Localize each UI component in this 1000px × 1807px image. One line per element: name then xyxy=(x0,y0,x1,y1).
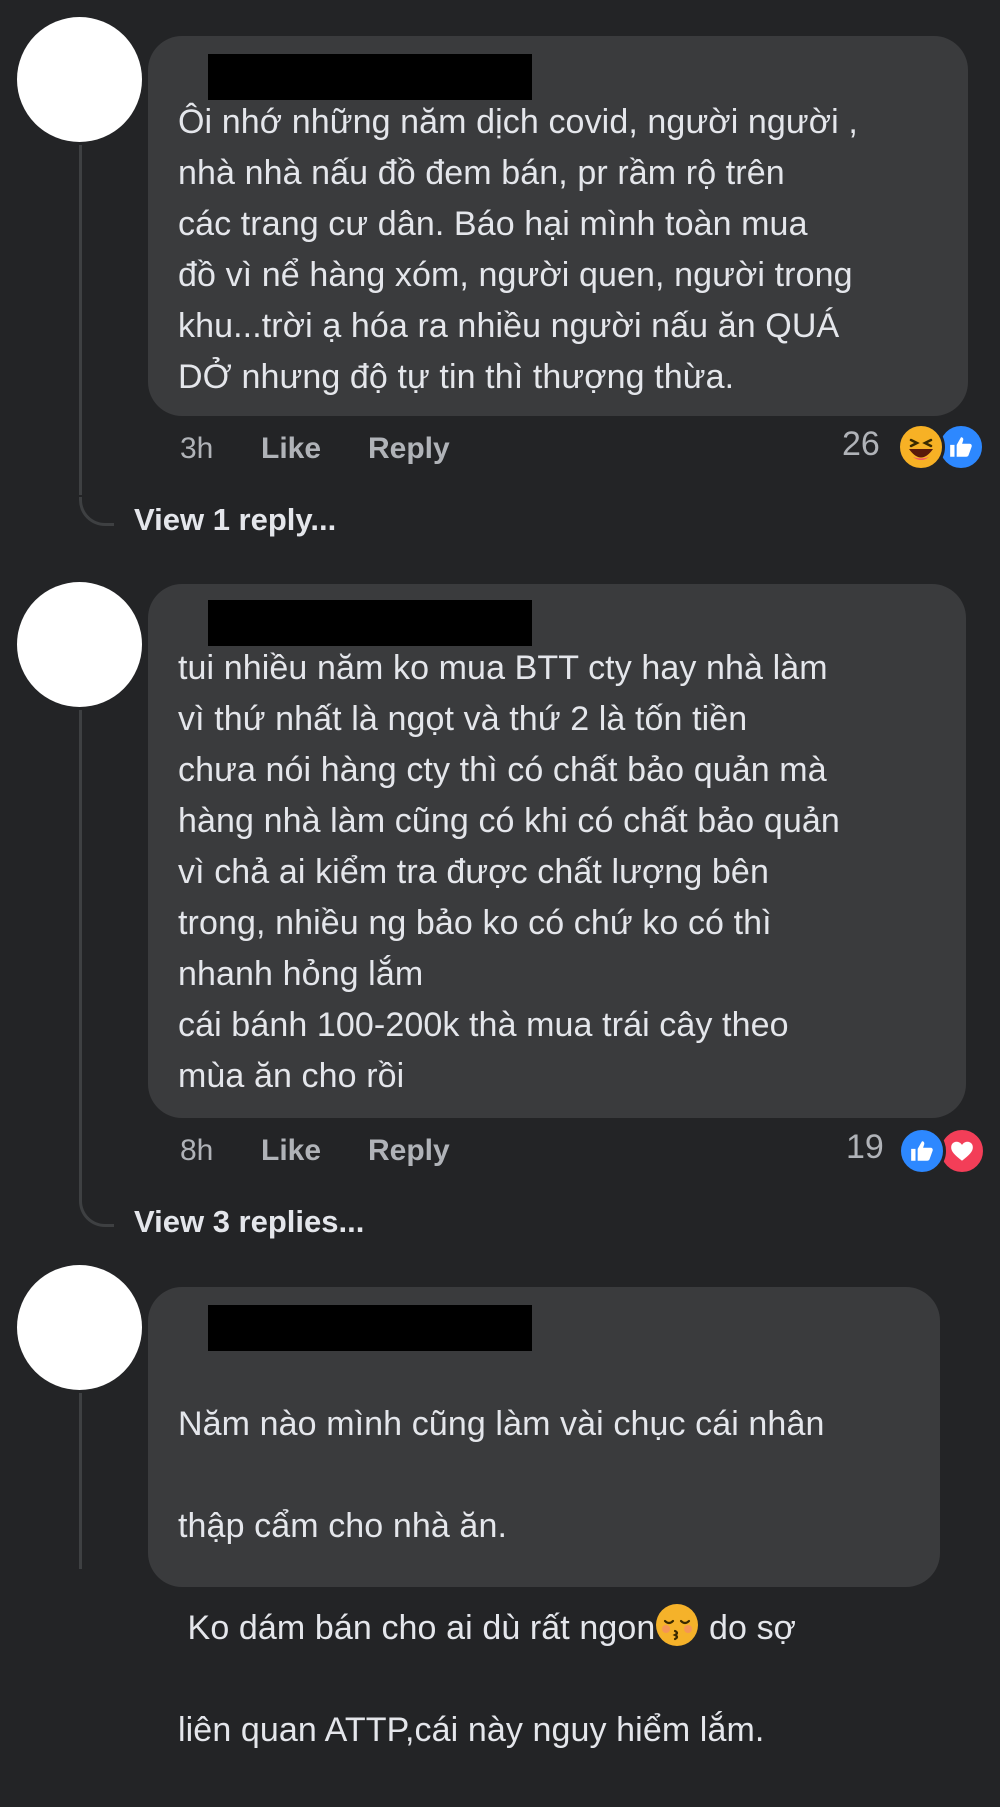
like-icon xyxy=(898,1127,946,1175)
thread-curve xyxy=(79,1198,114,1227)
comment-text-line: Ko dám bán cho ai dù rất ngon do sợ xyxy=(178,1603,912,1654)
redacted-commenter-name xyxy=(208,54,532,100)
comment-bubble[interactable]: Ôi nhớ những năm dịch covid, người người… xyxy=(148,36,968,416)
comment-text-line: Năm nào mình cũng làm vài chục cái nhân xyxy=(178,1405,825,1443)
comment-text-line: thập cẩm cho nhà ăn. xyxy=(178,1507,508,1545)
reaction-summary[interactable]: 19 xyxy=(846,1127,986,1175)
thread-line xyxy=(79,710,82,1198)
comment-timestamp: 3h xyxy=(180,432,214,465)
view-replies-link[interactable]: View 1 reply... xyxy=(134,502,336,538)
reaction-summary[interactable]: 26 xyxy=(842,423,985,471)
thread-line xyxy=(79,1393,82,1569)
thread-curve xyxy=(79,497,114,526)
comment-text: Năm nào mình cũng làm vài chục cái nhân … xyxy=(178,1348,912,1807)
comment-text: tui nhiều năm ko mua BTT cty hay nhà làm… xyxy=(178,649,840,1095)
reaction-count: 26 xyxy=(842,425,880,463)
kissing-closed-eyes-emoji-icon xyxy=(655,1603,699,1647)
reply-button[interactable]: Reply xyxy=(368,432,450,466)
like-button[interactable]: Like xyxy=(261,1134,321,1168)
reaction-count: 19 xyxy=(846,1128,884,1166)
haha-icon xyxy=(897,423,945,471)
redacted-commenter-name xyxy=(208,600,532,646)
comment-text-segment: do sợ xyxy=(699,1609,797,1647)
like-button[interactable]: Like xyxy=(261,432,321,466)
reply-button[interactable]: Reply xyxy=(368,1134,450,1168)
comment-text-segment: Ko dám bán cho ai dù rất ngon xyxy=(178,1609,656,1647)
thread-line xyxy=(79,145,82,495)
comment-text: Ôi nhớ những năm dịch covid, người người… xyxy=(178,103,858,396)
comment-timestamp: 8h xyxy=(180,1134,214,1167)
comment-text-line: liên quan ATTP,cái này nguy hiểm lắm. xyxy=(178,1711,765,1749)
comment-bubble[interactable]: Năm nào mình cũng làm vài chục cái nhân … xyxy=(148,1287,940,1749)
redacted-commenter-name xyxy=(208,1305,532,1351)
comment-bubble[interactable]: tui nhiều năm ko mua BTT cty hay nhà làm… xyxy=(148,584,966,1118)
commenter-avatar[interactable] xyxy=(17,582,142,707)
commenter-avatar[interactable] xyxy=(17,17,142,142)
view-replies-link[interactable]: View 3 replies... xyxy=(134,1204,364,1240)
commenter-avatar[interactable] xyxy=(17,1265,142,1390)
